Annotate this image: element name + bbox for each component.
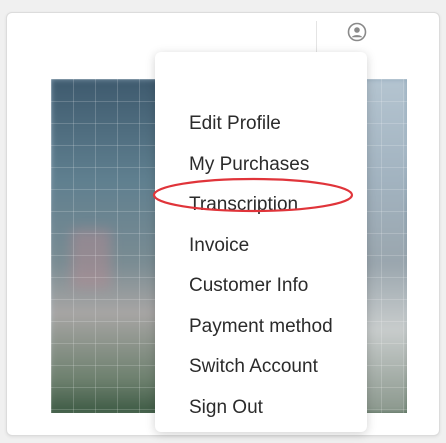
user-circle-icon: [347, 22, 367, 42]
menu-item-customer-info[interactable]: Customer Info: [189, 266, 333, 307]
menu-item-switch-account[interactable]: Switch Account: [189, 347, 333, 388]
menu-item-invoice[interactable]: Invoice: [189, 226, 333, 267]
menu-item-sign-out[interactable]: Sign Out: [189, 388, 333, 429]
account-menu-button[interactable]: [346, 21, 368, 43]
menu-item-payment-method[interactable]: Payment method: [189, 307, 333, 348]
menu-item-edit-profile[interactable]: Edit Profile: [189, 104, 333, 145]
menu-item-my-purchases[interactable]: My Purchases: [189, 145, 333, 186]
menu-item-transcription[interactable]: Transcription: [189, 185, 333, 226]
account-dropdown-menu: Edit Profile My Purchases Transcription …: [155, 52, 367, 432]
